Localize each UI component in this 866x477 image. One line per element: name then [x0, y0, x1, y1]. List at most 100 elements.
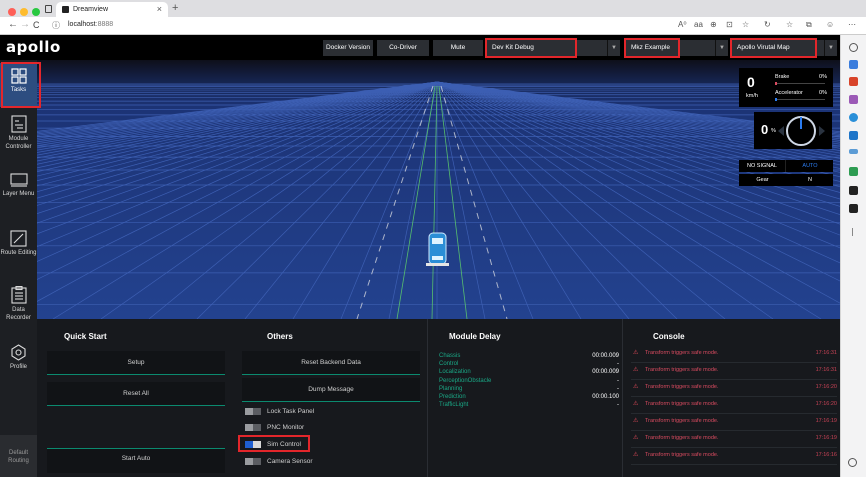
- sidebar-item-route-editing[interactable]: Route Editing: [0, 230, 37, 257]
- module-delay-row: Localization 00:00.009: [439, 369, 619, 375]
- console-timestamp: 17:16:20: [815, 384, 837, 390]
- route-editing-icon: [10, 230, 27, 247]
- camera-sensor-toggle[interactable]: Camera Sensor: [245, 458, 313, 465]
- toggle-switch[interactable]: [245, 424, 261, 431]
- bottom-panels: Quick Start Setup Reset All Start Auto O…: [37, 319, 840, 477]
- qr-icon[interactable]: [849, 186, 858, 195]
- module-delay-row: Planning -: [439, 386, 619, 392]
- address-field[interactable]: localhost:8888: [68, 21, 113, 28]
- outlook-icon[interactable]: [849, 131, 858, 140]
- console-list: ⚠ Transform triggers safe mode. 17:16:31 ⚠ T…: [623, 346, 840, 476]
- module-delay-value: -: [617, 402, 619, 409]
- browser-side-panel: [840, 35, 866, 477]
- close-window-icon[interactable]: [8, 8, 16, 16]
- highlight-vehicle: [624, 38, 680, 58]
- mute-button[interactable]: Mute: [433, 40, 483, 56]
- console-timestamp: 17:16:19: [815, 418, 837, 424]
- favorite-icon[interactable]: ☆: [742, 20, 749, 29]
- module-delay-value: -: [617, 377, 619, 384]
- console-timestamp: 17:16:31: [815, 350, 837, 356]
- sidebar-item-profile[interactable]: Profile: [0, 344, 37, 371]
- back-icon[interactable]: ←: [8, 19, 18, 30]
- turn-left-icon: [778, 126, 784, 136]
- console-title: Console: [653, 332, 685, 341]
- reset-all-button[interactable]: Reset All: [47, 382, 225, 406]
- profile-avatar-icon[interactable]: ☺: [826, 20, 834, 29]
- co-driver-button[interactable]: Co-Driver: [377, 40, 429, 56]
- warning-icon: ⚠: [633, 435, 639, 441]
- search-icon[interactable]: [849, 43, 858, 52]
- browser-chrome: Dreamview × + ← → C ⓘ localhost:8888 A⁰ …: [0, 0, 866, 35]
- sidebar-item-data-recorder[interactable]: Data Recorder: [0, 286, 37, 322]
- tag-icon[interactable]: [849, 60, 858, 69]
- refresh-extension-icon[interactable]: ↻: [764, 20, 771, 29]
- collections-icon[interactable]: ⧉: [806, 20, 812, 30]
- setup-button[interactable]: Setup: [47, 351, 225, 375]
- more-icon[interactable]: ⋯: [848, 20, 856, 29]
- side-navigation: Tasks Module Controller Layer Menu Route…: [0, 60, 37, 477]
- tab-title: Dreamview: [73, 6, 109, 13]
- send-icon[interactable]: [849, 149, 858, 154]
- highlight-map: [730, 38, 817, 58]
- add-panel-icon[interactable]: [852, 228, 854, 236]
- module-controller-icon: [10, 115, 27, 133]
- console-message: Transform triggers safe mode.: [645, 418, 719, 424]
- favorites-icon[interactable]: ☆: [786, 20, 793, 29]
- docker-version-button[interactable]: Docker Version: [323, 40, 373, 56]
- toolbox-icon[interactable]: [849, 77, 858, 86]
- settings-icon[interactable]: [848, 458, 857, 467]
- dump-message-button[interactable]: Dump Message: [242, 378, 420, 402]
- steering-value: 0: [761, 122, 769, 137]
- warning-icon: ⚠: [633, 350, 639, 356]
- minimize-window-icon[interactable]: [20, 8, 28, 16]
- default-routing-button[interactable]: Default Routing: [0, 435, 37, 477]
- module-delay-value: 00:00.100: [592, 394, 619, 400]
- maximize-window-icon[interactable]: [32, 8, 40, 16]
- sidebar-item-label: Layer Menu: [2, 191, 35, 197]
- circle-app-icon[interactable]: [849, 113, 858, 122]
- read-aloud-icon[interactable]: A⁰: [678, 20, 687, 29]
- app-icon[interactable]: ⊡: [726, 20, 733, 29]
- tab-close-icon[interactable]: ×: [157, 4, 162, 14]
- module-name: Localization: [439, 369, 471, 376]
- sidebar-item-layer-menu[interactable]: Layer Menu: [0, 172, 37, 198]
- new-tab-icon[interactable]: +: [172, 2, 178, 14]
- module-delay-row: Prediction 00:00.100: [439, 394, 619, 400]
- toggle-switch[interactable]: [245, 458, 261, 465]
- sidebar-item-module-controller[interactable]: Module Controller: [0, 115, 37, 151]
- warning-icon: ⚠: [633, 452, 639, 458]
- map-scene[interactable]: 0 km/h Brake 0% Accelerator 0% 0 % NO SI…: [37, 60, 840, 319]
- browser-tab[interactable]: Dreamview ×: [56, 2, 168, 17]
- reset-backend-data-button[interactable]: Reset Backend Data: [242, 351, 420, 375]
- speed-panel: 0 km/h Brake 0% Accelerator 0%: [739, 68, 833, 107]
- divider: [47, 448, 225, 449]
- qr-icon-2[interactable]: [849, 204, 858, 213]
- start-auto-button[interactable]: Start Auto: [47, 449, 225, 473]
- zoom-icon[interactable]: ⊕: [710, 20, 717, 29]
- toggle-label: Camera Sensor: [267, 458, 313, 466]
- console-message: Transform triggers safe mode.: [645, 452, 719, 458]
- tree-icon[interactable]: [849, 167, 858, 176]
- brake-bar: [775, 82, 825, 85]
- lock-task-panel-toggle[interactable]: Lock Task Panel: [245, 408, 314, 415]
- chevron-down-icon: ▼: [607, 40, 620, 56]
- toggle-label: PNC Monitor: [267, 424, 305, 432]
- reload-icon[interactable]: C: [33, 20, 40, 30]
- steering-panel: 0 %: [754, 112, 832, 149]
- warning-icon: ⚠: [633, 384, 639, 390]
- dreamview-app: apollo Docker Version Co-Driver Mute Dev…: [0, 35, 840, 477]
- apollo-logo: apollo: [6, 38, 61, 56]
- sidebar-item-label: Route Editing: [0, 250, 37, 256]
- pnc-monitor-toggle[interactable]: PNC Monitor: [245, 424, 304, 431]
- toggle-switch[interactable]: [245, 408, 261, 415]
- brake-value: 0%: [819, 74, 827, 80]
- forward-icon[interactable]: →: [20, 19, 30, 30]
- accelerator-value: 0%: [819, 90, 827, 96]
- console-message: Transform triggers safe mode.: [645, 435, 719, 441]
- steering-wheel-icon: [786, 116, 816, 146]
- sidebar-toggle-icon[interactable]: [45, 5, 52, 13]
- people-icon[interactable]: [849, 95, 858, 104]
- console-entry: ⚠ Transform triggers safe mode. 17:16:31: [631, 346, 837, 363]
- site-info-icon[interactable]: ⓘ: [52, 20, 60, 31]
- text-size-icon[interactable]: aa: [694, 20, 703, 29]
